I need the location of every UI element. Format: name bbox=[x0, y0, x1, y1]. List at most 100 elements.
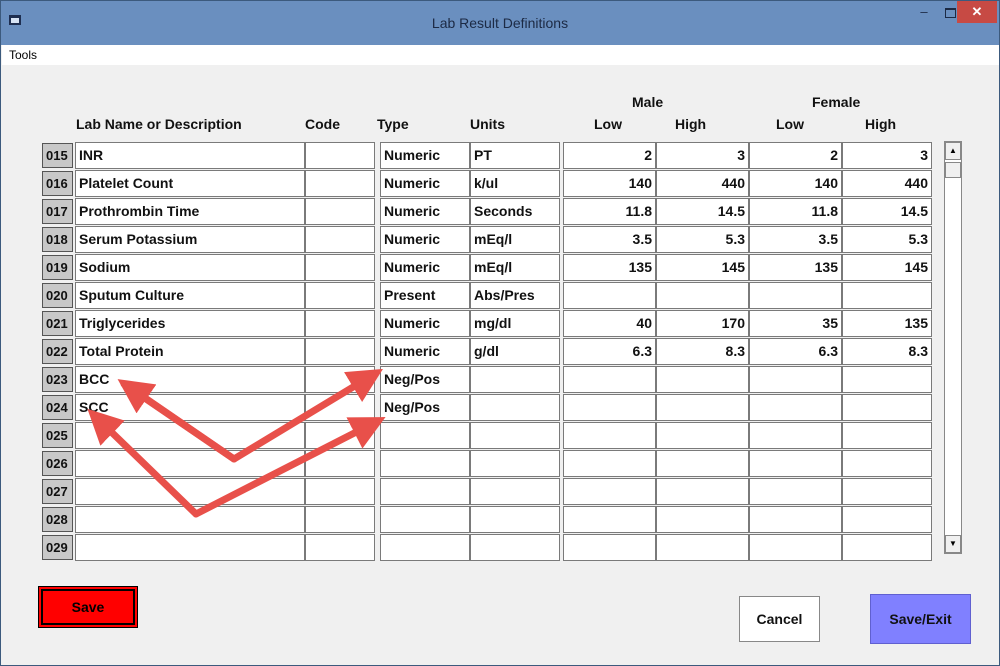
units-field[interactable] bbox=[470, 394, 560, 421]
code-field[interactable] bbox=[305, 310, 375, 337]
lab-name-field[interactable] bbox=[75, 534, 305, 561]
units-field[interactable] bbox=[470, 450, 560, 477]
cancel-button[interactable]: Cancel bbox=[739, 596, 820, 642]
type-field[interactable]: Numeric bbox=[380, 142, 470, 169]
code-field[interactable] bbox=[305, 338, 375, 365]
male-low-field[interactable] bbox=[563, 506, 656, 533]
male-high-field[interactable]: 440 bbox=[656, 170, 749, 197]
male-low-field[interactable] bbox=[563, 478, 656, 505]
code-field[interactable] bbox=[305, 254, 375, 281]
scroll-up-icon[interactable]: ▲ bbox=[945, 142, 961, 160]
vertical-scrollbar[interactable]: ▲ ▼ bbox=[944, 141, 962, 554]
type-field[interactable]: Present bbox=[380, 282, 470, 309]
type-field[interactable]: Numeric bbox=[380, 310, 470, 337]
lab-name-field[interactable]: SCC bbox=[75, 394, 305, 421]
female-low-field[interactable] bbox=[749, 506, 842, 533]
lab-name-field[interactable]: Serum Potassium bbox=[75, 226, 305, 253]
close-button[interactable]: ✕ bbox=[957, 1, 997, 23]
female-low-field[interactable]: 35 bbox=[749, 310, 842, 337]
male-low-field[interactable] bbox=[563, 394, 656, 421]
female-high-field[interactable]: 440 bbox=[842, 170, 932, 197]
male-high-field[interactable]: 145 bbox=[656, 254, 749, 281]
scroll-down-icon[interactable]: ▼ bbox=[945, 535, 961, 553]
male-low-field[interactable]: 40 bbox=[563, 310, 656, 337]
code-field[interactable] bbox=[305, 142, 375, 169]
units-field[interactable]: Abs/Pres bbox=[470, 282, 560, 309]
male-low-field[interactable] bbox=[563, 282, 656, 309]
code-field[interactable] bbox=[305, 366, 375, 393]
units-field[interactable] bbox=[470, 422, 560, 449]
lab-name-field[interactable] bbox=[75, 422, 305, 449]
male-high-field[interactable] bbox=[656, 478, 749, 505]
female-high-field[interactable] bbox=[842, 534, 932, 561]
female-high-field[interactable] bbox=[842, 282, 932, 309]
lab-name-field[interactable]: Platelet Count bbox=[75, 170, 305, 197]
minimize-button[interactable]: – bbox=[911, 1, 937, 23]
menu-tools[interactable]: Tools bbox=[9, 48, 37, 62]
male-high-field[interactable]: 170 bbox=[656, 310, 749, 337]
male-high-field[interactable]: 14.5 bbox=[656, 198, 749, 225]
type-field[interactable] bbox=[380, 422, 470, 449]
female-high-field[interactable] bbox=[842, 450, 932, 477]
male-low-field[interactable] bbox=[563, 422, 656, 449]
type-field[interactable]: Numeric bbox=[380, 226, 470, 253]
lab-name-field[interactable]: INR bbox=[75, 142, 305, 169]
units-field[interactable]: Seconds bbox=[470, 198, 560, 225]
code-field[interactable] bbox=[305, 422, 375, 449]
type-field[interactable] bbox=[380, 450, 470, 477]
units-field[interactable]: mEq/l bbox=[470, 226, 560, 253]
type-field[interactable]: Neg/Pos bbox=[380, 394, 470, 421]
male-high-field[interactable]: 3 bbox=[656, 142, 749, 169]
male-low-field[interactable]: 2 bbox=[563, 142, 656, 169]
female-low-field[interactable] bbox=[749, 366, 842, 393]
female-low-field[interactable] bbox=[749, 422, 842, 449]
female-low-field[interactable]: 2 bbox=[749, 142, 842, 169]
male-high-field[interactable] bbox=[656, 534, 749, 561]
male-high-field[interactable] bbox=[656, 366, 749, 393]
male-high-field[interactable]: 8.3 bbox=[656, 338, 749, 365]
lab-name-field[interactable]: Sputum Culture bbox=[75, 282, 305, 309]
code-field[interactable] bbox=[305, 198, 375, 225]
units-field[interactable] bbox=[470, 366, 560, 393]
code-field[interactable] bbox=[305, 478, 375, 505]
units-field[interactable] bbox=[470, 478, 560, 505]
code-field[interactable] bbox=[305, 450, 375, 477]
female-high-field[interactable] bbox=[842, 366, 932, 393]
lab-name-field[interactable]: Sodium bbox=[75, 254, 305, 281]
female-high-field[interactable]: 145 bbox=[842, 254, 932, 281]
female-low-field[interactable] bbox=[749, 394, 842, 421]
male-low-field[interactable]: 140 bbox=[563, 170, 656, 197]
female-low-field[interactable]: 11.8 bbox=[749, 198, 842, 225]
code-field[interactable] bbox=[305, 282, 375, 309]
female-high-field[interactable]: 135 bbox=[842, 310, 932, 337]
male-low-field[interactable] bbox=[563, 450, 656, 477]
female-high-field[interactable] bbox=[842, 422, 932, 449]
male-low-field[interactable] bbox=[563, 534, 656, 561]
scroll-thumb[interactable] bbox=[945, 162, 961, 178]
female-low-field[interactable]: 135 bbox=[749, 254, 842, 281]
female-high-field[interactable]: 5.3 bbox=[842, 226, 932, 253]
female-low-field[interactable]: 6.3 bbox=[749, 338, 842, 365]
type-field[interactable]: Numeric bbox=[380, 170, 470, 197]
lab-name-field[interactable]: Prothrombin Time bbox=[75, 198, 305, 225]
save-button[interactable]: Save bbox=[38, 586, 138, 628]
type-field[interactable] bbox=[380, 478, 470, 505]
lab-name-field[interactable]: Total Protein bbox=[75, 338, 305, 365]
lab-name-field[interactable] bbox=[75, 450, 305, 477]
units-field[interactable]: PT bbox=[470, 142, 560, 169]
male-high-field[interactable] bbox=[656, 422, 749, 449]
female-low-field[interactable]: 3.5 bbox=[749, 226, 842, 253]
code-field[interactable] bbox=[305, 534, 375, 561]
female-high-field[interactable] bbox=[842, 478, 932, 505]
type-field[interactable]: Neg/Pos bbox=[380, 366, 470, 393]
male-low-field[interactable] bbox=[563, 366, 656, 393]
units-field[interactable]: mg/dl bbox=[470, 310, 560, 337]
female-high-field[interactable]: 14.5 bbox=[842, 198, 932, 225]
type-field[interactable]: Numeric bbox=[380, 338, 470, 365]
units-field[interactable]: g/dl bbox=[470, 338, 560, 365]
female-low-field[interactable] bbox=[749, 450, 842, 477]
type-field[interactable] bbox=[380, 534, 470, 561]
female-low-field[interactable]: 140 bbox=[749, 170, 842, 197]
male-high-field[interactable] bbox=[656, 282, 749, 309]
male-low-field[interactable]: 3.5 bbox=[563, 226, 656, 253]
